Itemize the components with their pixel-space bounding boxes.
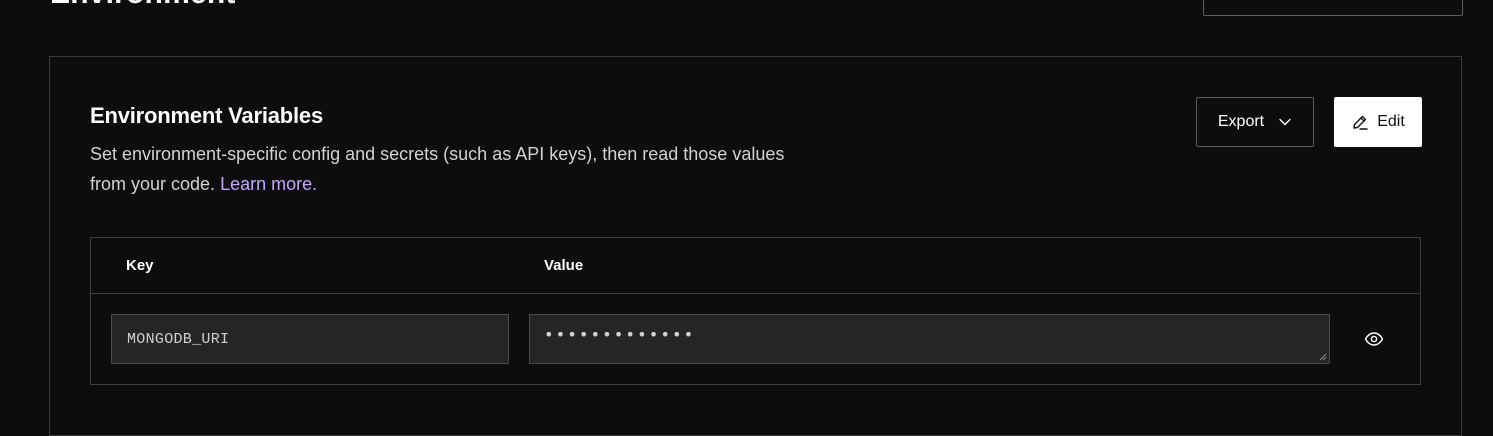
edit-button[interactable]: Edit — [1334, 97, 1422, 147]
eye-icon — [1364, 332, 1384, 346]
env-variables-table: Key Value ••••••••••••• — [90, 237, 1421, 385]
pencil-icon — [1353, 115, 1368, 130]
reveal-value-button[interactable] — [1363, 328, 1385, 350]
description-text: Set environment-specific config and secr… — [90, 144, 785, 194]
env-variables-panel: Environment Variables Set environment-sp… — [49, 56, 1462, 436]
learn-more-link[interactable]: Learn more. — [220, 174, 317, 194]
page-heading: Environment — [50, 0, 236, 11]
export-button[interactable]: Export — [1196, 97, 1314, 147]
column-header-key: Key — [126, 257, 154, 274]
masked-value: ••••••••••••• — [544, 325, 696, 344]
panel-title: Environment Variables — [90, 103, 323, 128]
edit-label: Edit — [1377, 113, 1405, 130]
value-textarea[interactable]: ••••••••••••• — [529, 314, 1330, 364]
table-row: ••••••••••••• — [91, 294, 1420, 384]
export-label: Export — [1217, 113, 1265, 130]
key-input[interactable] — [111, 314, 509, 364]
resize-grip-icon[interactable] — [1319, 353, 1327, 361]
panel-description: Set environment-specific config and secr… — [90, 139, 810, 199]
chevron-down-icon — [1279, 118, 1291, 126]
table-header: Key Value — [91, 238, 1420, 294]
top-right-input[interactable] — [1203, 0, 1463, 16]
column-header-value: Value — [544, 257, 584, 274]
